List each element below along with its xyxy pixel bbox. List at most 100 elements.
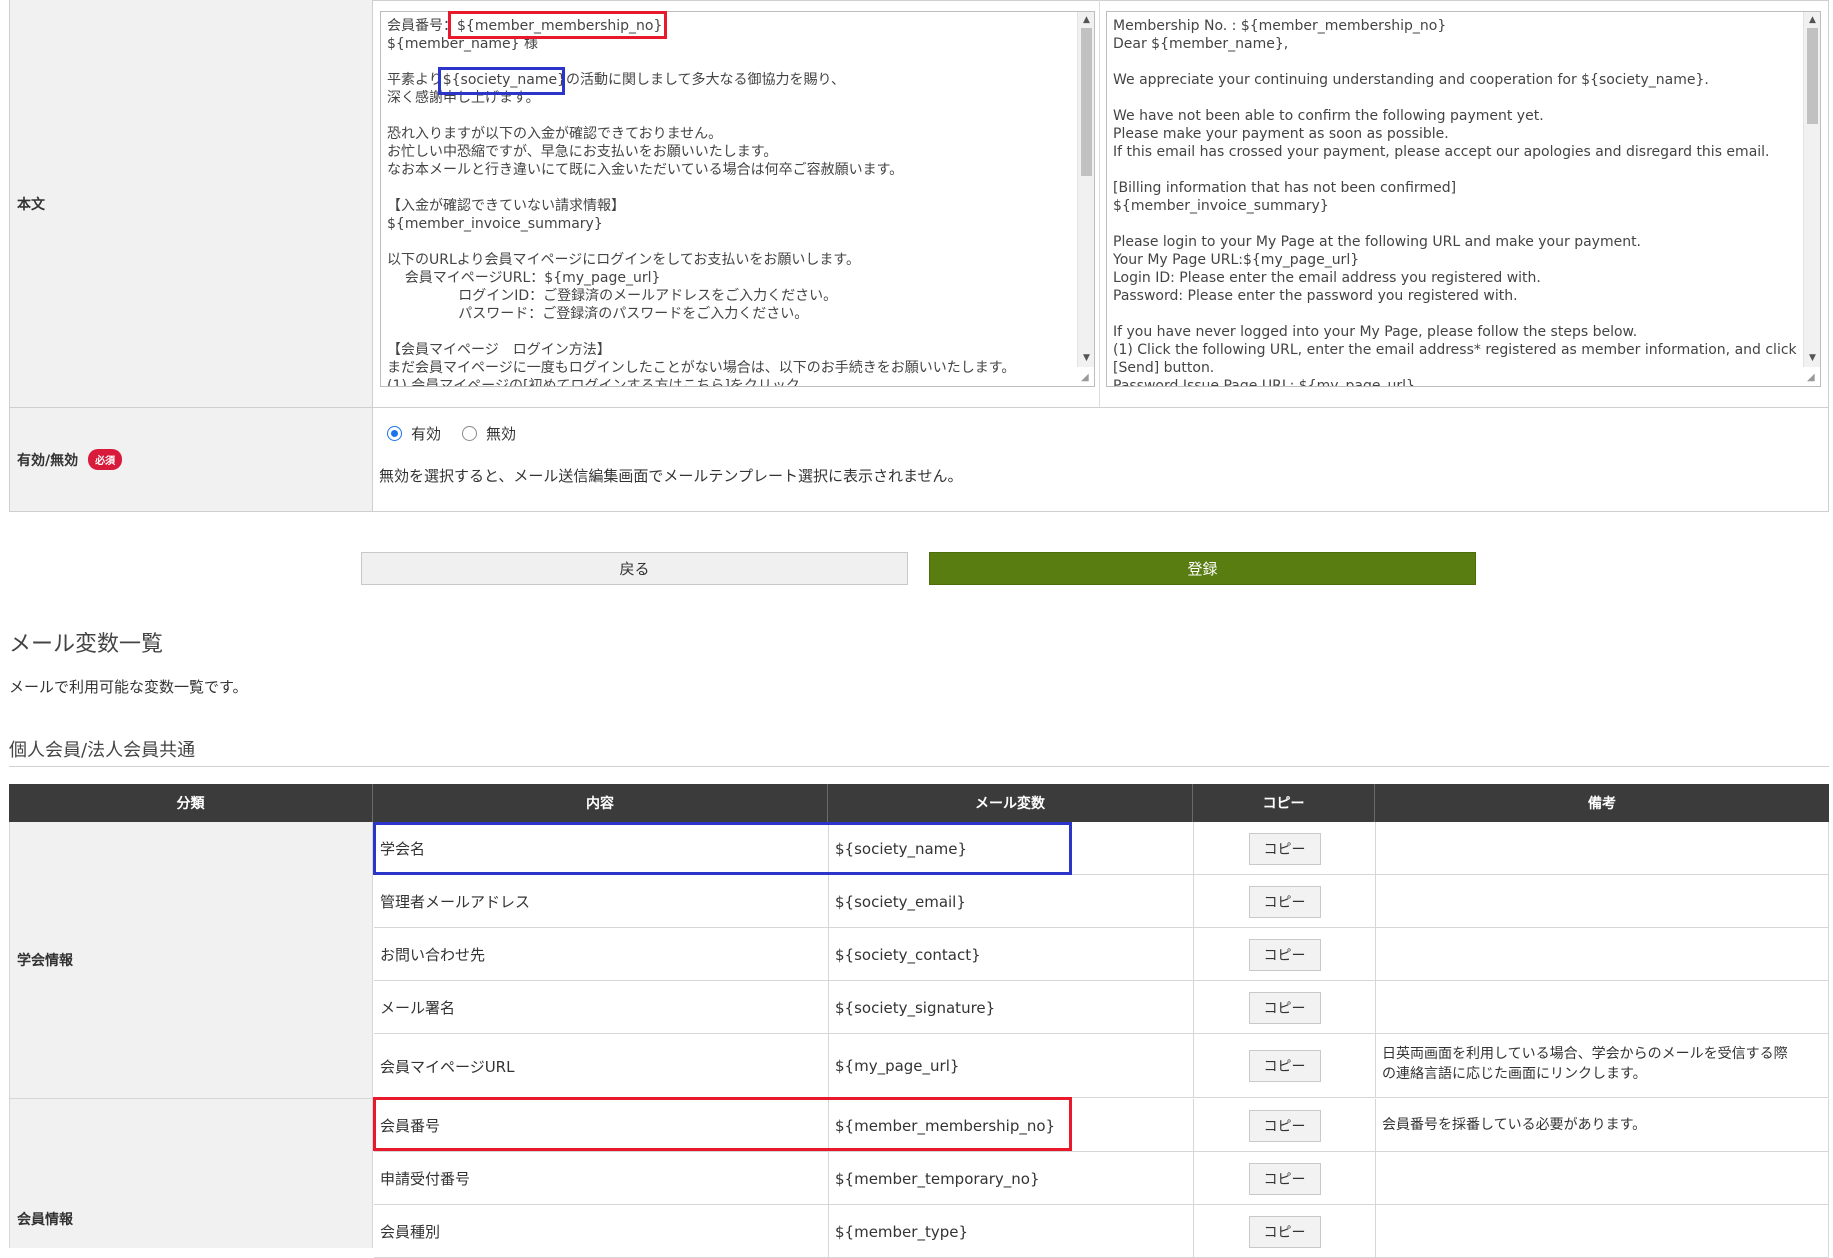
note-line: の連絡言語に応じた画面にリンクします。 bbox=[1382, 1066, 1647, 1082]
variable-content: 会員マイページURL bbox=[374, 1034, 829, 1098]
textarea-line bbox=[1113, 89, 1820, 107]
table-row: お問い合わせ先 ${society_contact} コピー bbox=[374, 928, 1829, 981]
textarea-line: Password: Please enter the password you … bbox=[1113, 288, 1518, 304]
copy-cell: コピー bbox=[1194, 981, 1376, 1034]
copy-button[interactable]: コピー bbox=[1248, 1162, 1321, 1195]
active-radio-option[interactable]: 有効 bbox=[387, 423, 441, 444]
note-line: 日英両画面を利用している場合、学会からのメールを受信する際 bbox=[1382, 1046, 1788, 1062]
textarea-line: 恐れ入りますが以下の入金が確認できておりません。 bbox=[387, 126, 723, 142]
body-label: 本文 bbox=[17, 196, 45, 213]
highlight-membership-no-row bbox=[373, 1097, 1072, 1151]
highlight-society-name-row bbox=[373, 822, 1072, 875]
textarea-line bbox=[387, 107, 1094, 125]
table-row: 申請受付番号 ${member_temporary_no} コピー bbox=[374, 1152, 1829, 1205]
ja-scrollbar[interactable]: ▲ ▼ bbox=[1077, 12, 1094, 367]
copy-cell: コピー bbox=[1194, 928, 1376, 981]
scroll-up-arrow-icon[interactable]: ▲ bbox=[1078, 14, 1095, 26]
textarea-line: Your My Page URL:${my_page_url} bbox=[1113, 252, 1360, 268]
textarea-line: Dear ${member_name}, bbox=[1113, 36, 1289, 52]
active-hint: 無効を選択すると、メール送信編集画面でメールテンプレート選択に表示されません。 bbox=[379, 467, 963, 485]
textarea-line bbox=[1113, 53, 1820, 71]
header-variable: メール変数 bbox=[828, 784, 1193, 822]
variable-name: ${member_type} bbox=[829, 1205, 1194, 1258]
textarea-line: ${member_invoice_summary} bbox=[1113, 198, 1329, 214]
en-scroll-thumb[interactable] bbox=[1807, 28, 1818, 124]
variable-note bbox=[1376, 875, 1829, 928]
copy-cell: コピー bbox=[1194, 1099, 1376, 1152]
table-row: 管理者メールアドレス ${society_email} コピー bbox=[374, 875, 1829, 928]
variable-content: 申請受付番号 bbox=[374, 1152, 829, 1205]
textarea-line: 以下のURLより会員マイページにログインをしてお支払いをお願いします。 bbox=[387, 252, 860, 268]
copy-button[interactable]: コピー bbox=[1248, 1109, 1321, 1142]
textarea-line bbox=[387, 233, 1094, 251]
textarea-line: 【入金が確認できていない請求情報】 bbox=[387, 198, 625, 214]
header-note: 備考 bbox=[1375, 784, 1829, 822]
table-row: 会員種別 ${member_type} コピー bbox=[374, 1205, 1829, 1258]
scroll-up-arrow-icon[interactable]: ▲ bbox=[1804, 14, 1821, 26]
textarea-line: If you have never logged into your My Pa… bbox=[1113, 324, 1638, 340]
resize-grip-icon[interactable]: ◢ bbox=[1807, 372, 1815, 383]
variable-note bbox=[1376, 1205, 1829, 1258]
copy-button[interactable]: コピー bbox=[1248, 885, 1321, 918]
category-member-info: 会員情報 bbox=[9, 1099, 373, 1248]
active-radio-label[interactable]: 有効 bbox=[411, 423, 441, 444]
textarea-line: 【会員マイページ ログイン方法】 bbox=[387, 342, 611, 358]
back-button[interactable]: 戻る bbox=[361, 552, 908, 585]
textarea-line bbox=[387, 179, 1094, 197]
variable-content: 管理者メールアドレス bbox=[374, 875, 829, 928]
textarea-line bbox=[387, 323, 1094, 341]
variable-note: 日英両画面を利用している場合、学会からのメールを受信する際 の連絡言語に応じた画面… bbox=[1376, 1034, 1829, 1098]
inactive-radio-label[interactable]: 無効 bbox=[486, 423, 516, 444]
scroll-down-arrow-icon[interactable]: ▼ bbox=[1804, 352, 1821, 364]
variable-note bbox=[1376, 822, 1829, 875]
textarea-line bbox=[1113, 215, 1820, 233]
variable-content: 会員種別 bbox=[374, 1205, 829, 1258]
body-en-textarea[interactable]: Membership No. : ${member_membership_no}… bbox=[1106, 11, 1821, 387]
textarea-line: Login ID: Please enter the email address… bbox=[1113, 270, 1541, 286]
required-badge: 必須 bbox=[88, 449, 123, 470]
variable-name: ${member_temporary_no} bbox=[829, 1152, 1194, 1205]
copy-button[interactable]: コピー bbox=[1248, 1050, 1321, 1082]
resize-grip-icon[interactable]: ◢ bbox=[1081, 372, 1089, 383]
variable-name: ${my_page_url} bbox=[829, 1034, 1194, 1098]
register-button[interactable]: 登録 bbox=[929, 552, 1476, 585]
variable-name: ${society_email} bbox=[829, 875, 1194, 928]
header-category: 分類 bbox=[9, 784, 373, 822]
copy-cell: コピー bbox=[1194, 822, 1376, 875]
ja-scroll-thumb[interactable] bbox=[1081, 28, 1092, 176]
active-label-cell: 有効/無効 必須 bbox=[10, 408, 373, 511]
variable-note bbox=[1376, 1152, 1829, 1205]
scroll-down-arrow-icon[interactable]: ▼ bbox=[1078, 352, 1095, 364]
inactive-radio-option[interactable]: 無効 bbox=[462, 423, 516, 444]
inactive-radio[interactable] bbox=[462, 426, 477, 441]
textarea-line: [Billing information that has not been c… bbox=[1113, 180, 1457, 196]
copy-cell: コピー bbox=[1194, 1205, 1376, 1258]
variable-note bbox=[1376, 981, 1829, 1034]
textarea-line: なお本メールと行き違いにて既に入金いただいている場合は何卒ご容赦願います。 bbox=[387, 162, 904, 178]
body-label-cell: 本文 bbox=[10, 0, 373, 407]
textarea-line: (1) 会員マイページの[初めてログインする方はこちら]をクリック bbox=[387, 378, 800, 387]
variable-content: メール署名 bbox=[374, 981, 829, 1034]
table-row: メール署名 ${society_signature} コピー bbox=[374, 981, 1829, 1034]
textarea-line: 会員マイページURL：${my_page_url} bbox=[387, 270, 661, 286]
copy-button[interactable]: コピー bbox=[1248, 991, 1321, 1024]
category-label: 会員情報 bbox=[17, 1211, 73, 1228]
textarea-line: Password Issue Page URL: ${my_page_url} bbox=[1113, 378, 1415, 387]
active-label: 有効/無効 bbox=[17, 452, 79, 469]
textarea-line: まだ会員マイページに一度もログインしたことがない場合は、以下のお手続きをお願いい… bbox=[387, 360, 1016, 376]
textarea-line: [Send] button. bbox=[1113, 360, 1215, 376]
textarea-line: Please make your payment as soon as poss… bbox=[1113, 126, 1449, 142]
copy-button[interactable]: コピー bbox=[1248, 832, 1321, 865]
highlight-membership-no-ja bbox=[448, 11, 667, 39]
variables-table-header: 分類 内容 メール変数 コピー 備考 bbox=[9, 784, 1829, 822]
category-label: 学会情報 bbox=[17, 953, 73, 969]
textarea-line: (1) Click the following URL, enter the e… bbox=[1113, 342, 1797, 358]
copy-cell: コピー bbox=[1194, 1034, 1376, 1098]
copy-button[interactable]: コピー bbox=[1248, 1215, 1321, 1248]
textarea-line bbox=[1113, 305, 1820, 323]
variable-name: ${society_contact} bbox=[829, 928, 1194, 981]
copy-button[interactable]: コピー bbox=[1248, 938, 1321, 971]
variables-section-description: メールで利用可能な変数一覧です。 bbox=[9, 678, 248, 696]
active-radio[interactable] bbox=[387, 426, 402, 441]
en-scrollbar[interactable]: ▲ ▼ bbox=[1803, 12, 1820, 367]
